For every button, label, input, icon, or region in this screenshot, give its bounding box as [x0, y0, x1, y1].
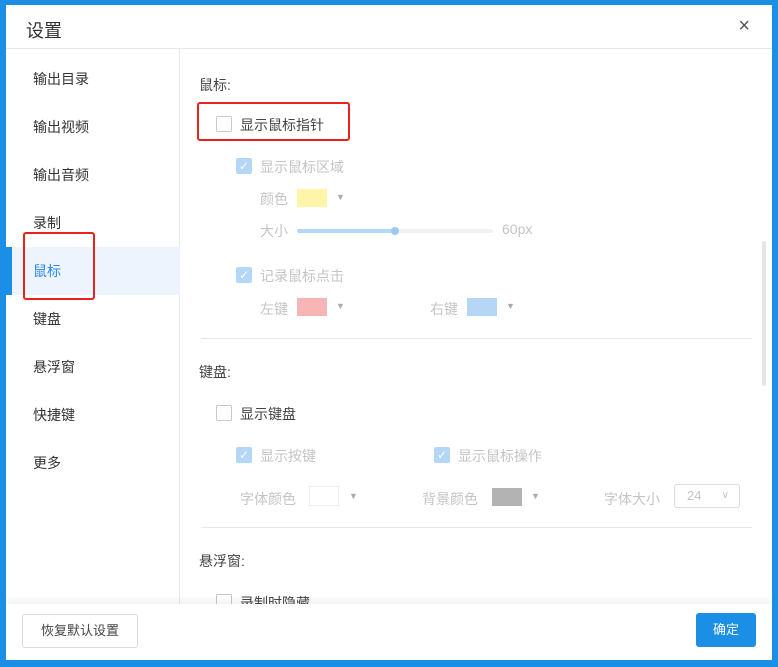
sidebar-item-output-video[interactable]: 输出视频 [6, 103, 180, 151]
sidebar-item-hotkeys[interactable]: 快捷键 [6, 391, 180, 439]
ok-button[interactable]: 确定 [696, 613, 756, 647]
show-keys-label: 显示按键 [260, 448, 316, 464]
sidebar: 输出目录 输出视频 输出音频 录制 鼠标 键盘 悬浮窗 快捷键 更多 [6, 49, 180, 604]
font-size-value: 24 [687, 488, 702, 503]
chevron-down-icon[interactable]: ▼ [506, 301, 515, 311]
dialog-title: 设置 [26, 21, 62, 41]
font-size-label: 字体大小 [604, 491, 660, 507]
highlight-box-sidebar [23, 232, 95, 300]
hide-when-recording-checkbox[interactable] [216, 594, 232, 604]
slider-fill [297, 229, 395, 233]
right-click-label: 右键 [430, 301, 458, 317]
show-mouse-ops-label: 显示鼠标操作 [458, 448, 542, 464]
show-keyboard-label: 显示键盘 [240, 406, 296, 422]
chevron-down-icon[interactable]: ▼ [336, 301, 345, 311]
left-click-label: 左键 [260, 301, 288, 317]
font-color-swatch[interactable] [309, 486, 339, 506]
chevron-down-icon[interactable]: ▼ [531, 491, 540, 501]
show-area-label: 显示鼠标区域 [260, 159, 344, 175]
record-click-checkbox[interactable]: ✓ [236, 267, 252, 283]
show-keys-checkbox[interactable]: ✓ [236, 447, 252, 463]
close-icon[interactable]: × [738, 15, 750, 38]
show-area-checkbox[interactable]: ✓ [236, 158, 252, 174]
color-label: 颜色 [260, 191, 288, 207]
slider-handle[interactable] [391, 227, 399, 235]
sidebar-item-keyboard[interactable]: 键盘 [6, 295, 180, 343]
chevron-down-icon[interactable]: ▼ [349, 491, 358, 501]
reset-defaults-button[interactable]: 恢复默认设置 [22, 614, 138, 648]
sidebar-item-more[interactable]: 更多 [6, 439, 180, 487]
floating-heading: 悬浮窗: [199, 553, 245, 569]
size-label: 大小 [260, 223, 288, 239]
size-slider[interactable] [297, 227, 493, 235]
section-divider [201, 527, 752, 528]
show-keyboard-checkbox[interactable] [216, 405, 232, 421]
right-click-color-swatch[interactable] [467, 298, 497, 316]
font-size-select[interactable]: 24 ∨ [674, 484, 740, 508]
dialog-footer: 恢复默认设置 确定 [6, 604, 772, 660]
show-mouse-ops-checkbox[interactable]: ✓ [434, 447, 450, 463]
highlight-box-option [197, 102, 350, 141]
sidebar-item-floating-window[interactable]: 悬浮窗 [6, 343, 180, 391]
chevron-down-icon[interactable]: ▼ [336, 192, 345, 202]
settings-dialog: 设置 × 输出目录 输出视频 输出音频 录制 鼠标 键盘 悬浮窗 快捷键 更多 … [6, 5, 772, 660]
record-click-label: 记录鼠标点击 [260, 268, 344, 284]
sidebar-item-output-dir[interactable]: 输出目录 [6, 55, 180, 103]
left-click-color-swatch[interactable] [297, 298, 327, 316]
scrollbar[interactable] [762, 241, 766, 386]
chevron-down-icon: ∨ [721, 490, 729, 501]
area-color-swatch[interactable] [297, 189, 327, 207]
keyboard-heading: 键盘: [199, 364, 231, 380]
section-divider [201, 338, 752, 339]
font-color-label: 字体颜色 [240, 491, 296, 507]
hide-when-recording-label: 录制时隐藏 [240, 595, 310, 604]
bg-color-swatch[interactable] [492, 488, 522, 506]
bg-color-label: 背景颜色 [422, 491, 478, 507]
size-value: 60px [502, 221, 533, 237]
sidebar-item-output-audio[interactable]: 输出音频 [6, 151, 180, 199]
mouse-heading: 鼠标: [199, 77, 231, 93]
